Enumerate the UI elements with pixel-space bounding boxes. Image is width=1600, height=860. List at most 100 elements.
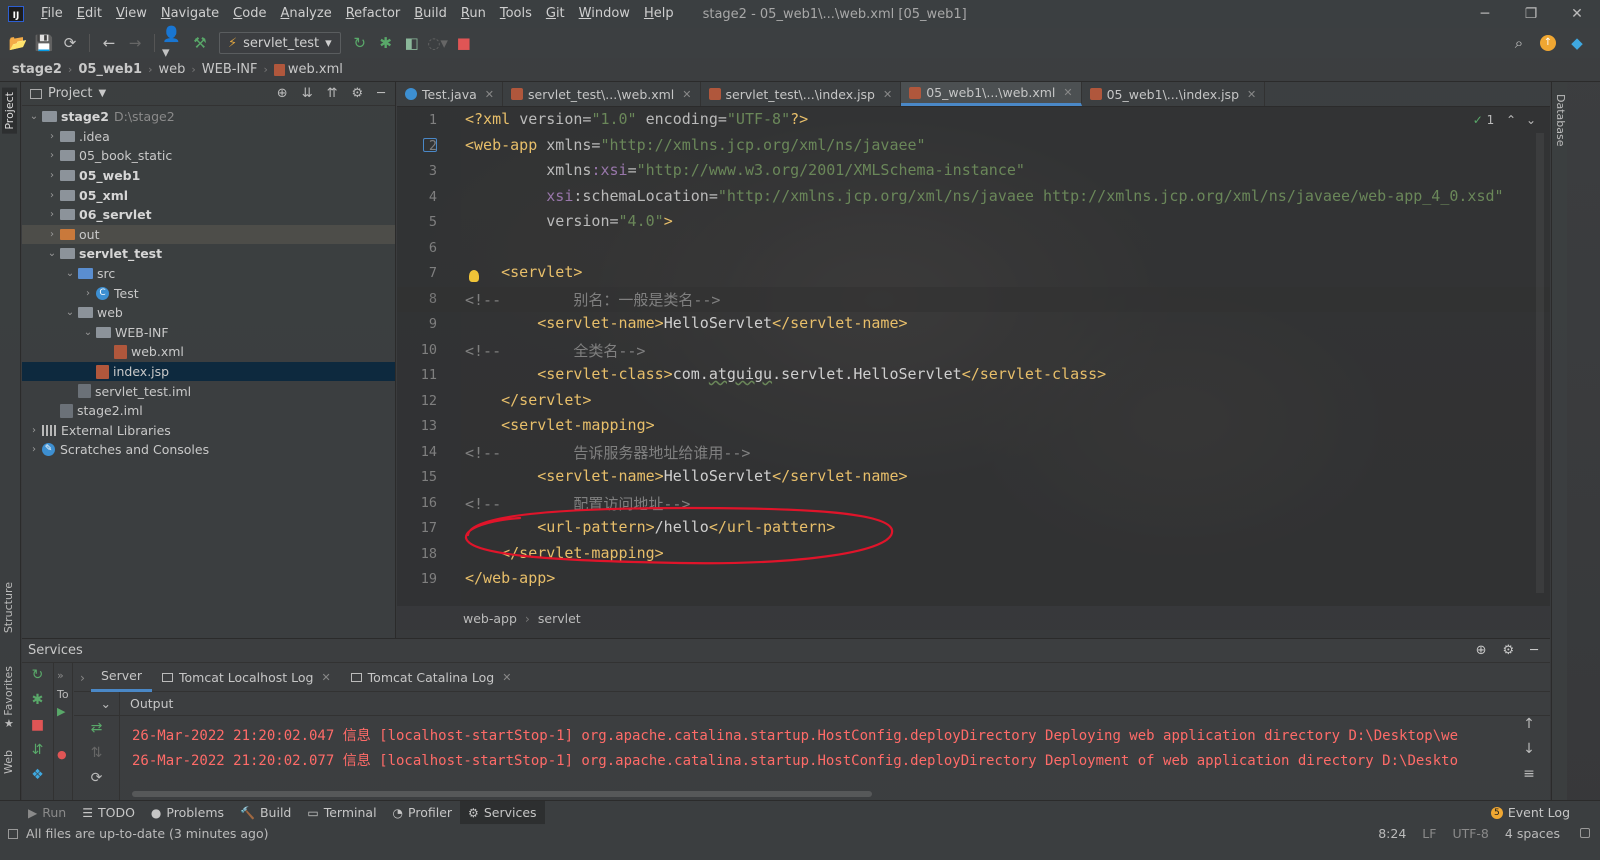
code-line[interactable]: <!-- 告诉服务器地址给谁用--> (465, 442, 750, 463)
code-line[interactable]: <servlet-name>HelloServlet</servlet-name… (465, 314, 907, 332)
locate-target-icon[interactable]: ⊕ (277, 86, 288, 101)
tool-window-problems[interactable]: ● Problems (143, 801, 232, 825)
open-folder-icon[interactable]: 📂 (6, 31, 30, 55)
breadcrumb-item[interactable]: servlet (538, 611, 581, 626)
arrow-up-icon[interactable]: ↑ (1522, 716, 1536, 741)
hide-panel-icon[interactable]: ─ (1530, 643, 1538, 658)
search-icon[interactable]: ⌕ (1507, 31, 1531, 55)
tool-window-build[interactable]: 🔨 Build (232, 801, 299, 825)
run-configuration-select[interactable]: ⚡ servlet_test ▾ (219, 32, 341, 54)
log-horizontal-scrollbar[interactable] (132, 791, 872, 797)
arrow-down-icon[interactable]: ↓ (1522, 741, 1536, 766)
expand-chevron-icon[interactable]: » (57, 669, 72, 682)
close-icon[interactable]: ✕ (682, 88, 691, 101)
tree-item[interactable]: › 05_book_static (22, 146, 395, 166)
chevron-down-icon[interactable]: ⌄ (62, 268, 78, 279)
tool-window-run[interactable]: ▶ Run (20, 801, 74, 825)
close-icon[interactable]: ✕ (1063, 86, 1072, 99)
deploy-icon[interactable]: ⇵ (22, 738, 53, 763)
refresh-icon[interactable]: ⟳ (74, 766, 119, 791)
synchronize-icon[interactable]: ⟳ (58, 31, 82, 55)
menu-item-refactor[interactable]: Refactor (339, 0, 408, 28)
tool-window-services[interactable]: ⚙ Services (460, 800, 545, 825)
close-icon[interactable]: ✕ (485, 88, 494, 101)
editor-tab[interactable]: servlet_test\...\index.jsp ✕ (701, 82, 902, 106)
services-tree-item[interactable]: To (57, 688, 72, 701)
stop-icon[interactable]: ■ (22, 713, 53, 738)
expand-chevron-icon[interactable]: › (74, 670, 91, 685)
profile-icon[interactable]: ◌▾ (426, 31, 450, 55)
breadcrumb-item[interactable]: 05_web1 (78, 62, 142, 77)
close-icon[interactable]: ✕ (321, 671, 330, 684)
close-icon[interactable]: ✕ (502, 671, 511, 684)
menu-item-edit[interactable]: Edit (70, 0, 109, 28)
chevron-right-icon[interactable]: › (44, 170, 60, 181)
stop-icon[interactable]: ■ (452, 31, 476, 55)
menu-item-help[interactable]: Help (637, 0, 681, 28)
file-encoding[interactable]: UTF-8 (1452, 826, 1488, 841)
tool-window-terminal[interactable]: ▭ Terminal (299, 801, 384, 825)
code-line[interactable]: <servlet-name>HelloServlet</servlet-name… (465, 467, 907, 485)
gear-icon[interactable]: ⚙ (352, 86, 364, 101)
web-tool-button[interactable]: Web (2, 750, 15, 774)
tree-item[interactable]: index.jsp (22, 361, 395, 382)
tree-item[interactable]: › .idea (22, 127, 395, 147)
lock-icon[interactable] (1580, 828, 1590, 838)
menu-item-run[interactable]: Run (454, 0, 493, 28)
menu-item-view[interactable]: View (109, 0, 154, 28)
collapse-all-icon[interactable]: ⇈ (327, 86, 338, 101)
minimize-button[interactable]: ─ (1462, 0, 1508, 28)
close-icon[interactable]: ✕ (1247, 88, 1256, 101)
chevron-right-icon[interactable]: › (26, 425, 42, 436)
tool-window-profiler[interactable]: ◔ Profiler (385, 801, 461, 825)
chevron-right-icon[interactable]: › (26, 444, 42, 455)
code-line[interactable]: <!-- 配置访问地址--> (465, 493, 690, 514)
code-line[interactable]: </servlet-mapping> (465, 544, 664, 562)
hide-panel-icon[interactable]: ─ (377, 86, 385, 101)
editor-scrollbar[interactable] (1536, 133, 1544, 593)
jetbrains-toolbox-icon[interactable]: ◆ (1565, 31, 1589, 55)
indent-setting[interactable]: 4 spaces (1505, 826, 1560, 841)
code-line[interactable]: version="4.0"> (465, 212, 672, 230)
breadcrumb-item[interactable]: web (159, 62, 186, 77)
chevron-right-icon[interactable]: › (80, 288, 96, 299)
chevron-down-icon[interactable]: ⌄ (62, 307, 78, 318)
chevron-down-icon[interactable]: ▼ (98, 88, 106, 99)
editor-tab[interactable]: servlet_test\...\web.xml ✕ (503, 82, 701, 106)
event-log-button[interactable]: 5 Event Log (1490, 805, 1600, 820)
code-line[interactable]: xsi:schemaLocation="http://xmlns.jcp.org… (465, 187, 1503, 205)
tree-item[interactable]: servlet_test.iml (22, 381, 395, 401)
expand-all-icon[interactable]: ⇊ (302, 86, 313, 101)
debug-bug-icon[interactable]: ✱ (22, 688, 53, 713)
back-arrow-icon[interactable]: ← (97, 31, 121, 55)
services-tree[interactable]: » To ▶ ● (55, 663, 73, 801)
chevron-down-icon[interactable]: ⌄ (1526, 113, 1536, 127)
favorites-tool-button[interactable]: Favorites (2, 666, 15, 716)
code-line[interactable]: </web-app> (465, 569, 555, 587)
close-icon[interactable]: ✕ (883, 88, 892, 101)
code-line[interactable]: <!-- 全类名--> (465, 340, 645, 361)
tree-item[interactable]: ⌄ web (22, 303, 395, 323)
menu-item-navigate[interactable]: Navigate (154, 0, 226, 28)
breadcrumb-item[interactable]: web.xml (288, 62, 343, 77)
tree-item[interactable]: ⌄ stage2 D:\stage2 (22, 107, 395, 127)
project-panel-title[interactable]: Project (48, 86, 92, 101)
tree-item[interactable]: ⌄ servlet_test (22, 244, 395, 264)
soft-wrap-icon[interactable]: ≡ (1522, 766, 1536, 791)
project-tool-button[interactable]: Project (2, 88, 17, 134)
menu-item-build[interactable]: Build (407, 0, 454, 28)
line-separator[interactable]: LF (1422, 826, 1436, 841)
user-dropdown-icon[interactable]: 👤▾ (162, 25, 186, 61)
editor-tab[interactable]: 05_web1\...\index.jsp ✕ (1082, 82, 1266, 106)
gutter-run-icon[interactable] (423, 138, 437, 152)
restore-button[interactable]: ❐ (1508, 0, 1554, 28)
menu-item-analyze[interactable]: Analyze (273, 0, 338, 28)
tree-item[interactable]: web.xml (22, 342, 395, 362)
output-dropdown[interactable]: ⌄ (74, 691, 120, 716)
code-line[interactable]: <servlet-mapping> (465, 416, 655, 434)
code-editor[interactable]: 12345678910111213141516171819 <?xml vers… (397, 107, 1550, 606)
chevron-right-icon[interactable]: › (44, 209, 60, 220)
menu-item-file[interactable]: File (34, 0, 70, 28)
chevron-right-icon[interactable]: › (44, 229, 60, 240)
tool-window-todo[interactable]: ☰ TODO (74, 801, 143, 825)
